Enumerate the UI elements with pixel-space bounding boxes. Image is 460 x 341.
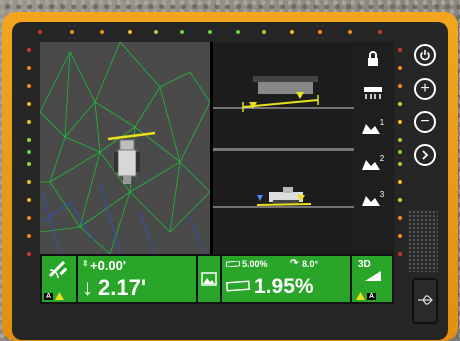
profile-1-button[interactable]: 1 <box>360 116 386 138</box>
image-view-button[interactable] <box>198 256 220 302</box>
profile-map-icon <box>361 124 380 134</box>
lock-button[interactable] <box>360 48 386 70</box>
speaker-grille <box>408 210 438 272</box>
warning-triangle-icon <box>356 292 365 300</box>
slope-tile: 5.00% ↷ 8.0° 1.95% <box>222 256 350 302</box>
down-arrow-icon: ↓ <box>82 275 93 300</box>
auto-mode-indicator-left: A <box>44 293 54 300</box>
blade-view-button[interactable] <box>360 82 386 104</box>
plan-view-tin-mesh <box>39 41 211 255</box>
side-toolbar: 1 2 3 <box>354 42 394 254</box>
brand-mark-icon: ⫽ <box>180 307 186 319</box>
auto-mode-indicator-right: A <box>367 293 377 300</box>
plus-icon: + <box>420 80 430 97</box>
cross-section-view[interactable] <box>213 42 354 148</box>
satellite-icon <box>48 260 68 279</box>
rotation-icon: ↷ <box>290 258 299 269</box>
cut-fill-tile: ⇕ +0.00' ↓ 2.17' <box>78 256 196 302</box>
profile-1-label: 1 <box>379 117 385 127</box>
plan-view[interactable] <box>39 41 211 255</box>
long-section-view[interactable] <box>213 151 354 254</box>
brand-logo-text: TOPCON <box>189 307 243 319</box>
long-section-graphic <box>213 187 354 208</box>
image-icon <box>201 272 217 286</box>
brand-logo: ⫽ TOPCON <box>180 307 243 320</box>
3d-view-icon <box>365 271 381 281</box>
view-mode-label: 3D <box>358 259 371 270</box>
view-mode-button[interactable]: 3D A <box>352 256 392 302</box>
profile-map-icon <box>361 196 380 206</box>
next-button[interactable] <box>414 144 436 166</box>
zoom-out-button[interactable]: − <box>414 111 436 133</box>
profile-2-label: 2 <box>379 153 385 163</box>
power-icon <box>420 50 430 61</box>
minus-icon: − <box>420 113 430 130</box>
main-slope-icon <box>226 280 250 292</box>
cross-section-graphic <box>213 76 354 112</box>
profile-map-icon <box>361 160 380 170</box>
elevation-value: 2.17' <box>98 275 147 300</box>
main-slope-value: 1.95% <box>254 275 314 298</box>
status-bar: A ⇕ +0.00' ↓ 2.17' 5.00% ↷ 8.0° 1.95% 3D… <box>40 254 394 304</box>
profile-3-button[interactable]: 3 <box>360 188 386 210</box>
power-button[interactable] <box>414 44 436 66</box>
cross-slope-icon <box>226 261 240 267</box>
rotation-value: 8.0° <box>302 259 319 269</box>
profile-2-button[interactable]: 2 <box>360 152 386 174</box>
chevron-right-icon <box>422 150 429 160</box>
lock-icon <box>368 51 378 66</box>
gps-status-tile[interactable]: A <box>42 256 76 302</box>
zoom-in-button[interactable]: + <box>414 78 436 100</box>
blade-icon <box>364 87 382 99</box>
display-screen: 1 2 3 A ⇕ +0.00' ↓ 2.17' 5.00% ↷ 8.0° 1.… <box>39 41 394 304</box>
profile-3-label: 3 <box>379 189 385 199</box>
cut-fill-arrow-icon: ⇕ <box>82 259 89 268</box>
warning-triangle-icon <box>55 292 64 300</box>
usb-icon <box>418 295 433 305</box>
usb-port-cover <box>412 278 438 324</box>
cut-fill-value: +0.00' <box>90 258 126 273</box>
cross-slope-value: 5.00% <box>242 259 268 269</box>
